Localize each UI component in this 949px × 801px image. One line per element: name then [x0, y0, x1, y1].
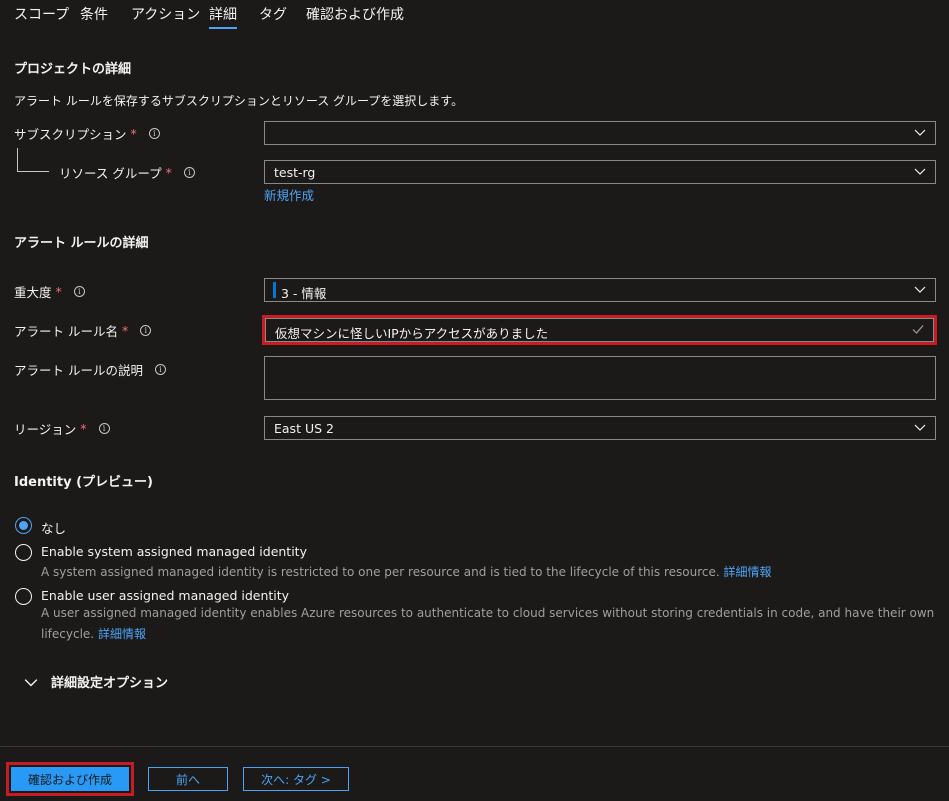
resource-group-dropdown[interactable]: test-rg [264, 160, 936, 184]
resource-group-label: リソース グループ * i [59, 163, 195, 182]
region-label: リージョン * i [14, 419, 110, 438]
tab-bar: スコープ 条件 アクション 詳細 タグ 確認および作成 [0, 0, 949, 32]
review-create-button[interactable]: 確認および作成 [6, 762, 134, 796]
required-marker: * [165, 165, 172, 180]
identity-system-assigned-label: Enable system assigned managed identity [41, 544, 307, 559]
identity-none-label: なし [41, 521, 67, 536]
chevron-down-icon [24, 678, 38, 686]
tree-line-horizontal [17, 171, 49, 172]
info-icon[interactable]: i [140, 325, 152, 336]
user-assigned-learn-more-link[interactable]: 詳細情報 [98, 627, 146, 641]
severity-label: 重大度 * i [14, 282, 85, 301]
create-new-link[interactable]: 新規作成 [264, 185, 314, 204]
system-assigned-learn-more-link[interactable]: 詳細情報 [724, 565, 772, 579]
required-marker: * [121, 323, 129, 338]
project-details-title: プロジェクトの詳細 [14, 62, 132, 77]
alert-rule-description-label-text: アラート ルールの説明 [14, 363, 143, 378]
tab-review-create[interactable]: 確認および作成 [306, 4, 404, 24]
resource-group-label-text: リソース グループ [59, 166, 162, 181]
chevron-down-icon [914, 424, 926, 431]
tab-tags[interactable]: タグ [259, 4, 287, 24]
alert-rule-description-textarea[interactable] [264, 356, 936, 400]
severity-dropdown[interactable]: 3 - 情報 [264, 278, 936, 302]
region-label-text: リージョン [14, 422, 77, 437]
tab-scope[interactable]: スコープ [14, 4, 69, 24]
tree-line-vertical [17, 148, 18, 171]
info-icon[interactable]: i [154, 364, 166, 375]
region-value: East US 2 [274, 421, 334, 436]
subscription-label: サブスクリプション * i [14, 124, 160, 143]
tab-details[interactable]: 詳細 [209, 4, 237, 29]
severity-label-text: 重大度 [14, 285, 52, 300]
severity-color-indicator [273, 282, 276, 298]
identity-system-assigned-description: A system assigned managed identity is re… [41, 563, 772, 580]
identity-user-assigned-label: Enable user assigned managed identity [41, 588, 290, 603]
subscription-dropdown[interactable] [264, 121, 936, 145]
alert-rule-details-title: アラート ルールの詳細 [14, 236, 149, 251]
alert-rule-name-label: アラート ルール名 * i [14, 321, 152, 340]
alert-rule-name-input[interactable]: 仮想マシンに怪しいIPからアクセスがありました [262, 315, 937, 345]
next-tags-button[interactable]: 次へ: タグ > [243, 767, 349, 791]
user-assigned-description-text: lifecycle. [41, 627, 95, 641]
info-icon[interactable]: i [73, 286, 85, 297]
required-marker: * [80, 421, 87, 436]
required-marker: * [55, 284, 62, 299]
chevron-down-icon [914, 286, 926, 293]
info-icon[interactable]: i [148, 128, 160, 139]
identity-system-assigned-radio[interactable] [15, 544, 32, 561]
footer-divider [0, 746, 949, 747]
checkmark-icon [912, 325, 924, 334]
advanced-options-label: 詳細設定オプション [51, 676, 169, 691]
identity-user-assigned-description-line1: A user assigned managed identity enables… [41, 606, 935, 620]
severity-value: 3 - 情報 [281, 286, 327, 301]
previous-button[interactable]: 前へ [148, 767, 228, 791]
identity-user-assigned-radio[interactable] [15, 588, 32, 605]
advanced-options-toggle[interactable]: 詳細設定オプション [24, 672, 168, 691]
tab-actions[interactable]: アクション [131, 4, 200, 24]
subscription-label-text: サブスクリプション [14, 127, 127, 142]
alert-rule-name-label-text: アラート ルール名 [14, 324, 118, 339]
chevron-down-icon [914, 168, 926, 175]
identity-user-assigned-description-line2: lifecycle. 詳細情報 [41, 625, 146, 642]
info-icon[interactable]: i [98, 423, 110, 434]
info-icon[interactable]: i [183, 167, 195, 178]
alert-rule-name-value: 仮想マシンに怪しいIPからアクセスがありました [275, 326, 549, 341]
identity-title: Identity (プレビュー) [14, 475, 153, 490]
system-assigned-description-text: A system assigned managed identity is re… [41, 565, 720, 579]
alert-rule-description-label: アラート ルールの説明 i [14, 360, 166, 379]
project-details-description: アラート ルールを保存するサブスクリプションとリソース グループを選択します。 [14, 94, 464, 108]
chevron-down-icon [914, 129, 926, 136]
region-dropdown[interactable]: East US 2 [264, 416, 936, 440]
resource-group-value: test-rg [274, 165, 316, 180]
tab-condition[interactable]: 条件 [80, 4, 108, 24]
identity-none-radio[interactable] [15, 517, 32, 534]
required-marker: * [130, 126, 137, 141]
